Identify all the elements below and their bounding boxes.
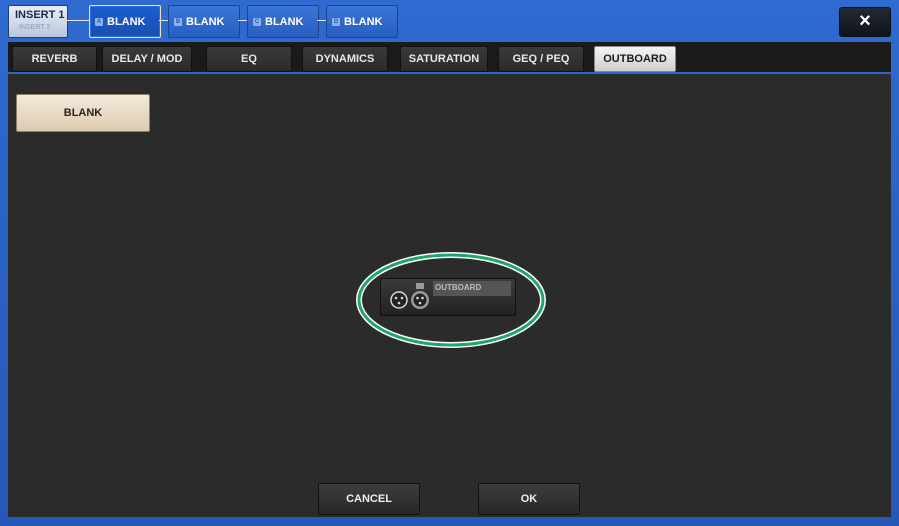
category-tab-bar: REVERB DELAY / MOD EQ DYNAMICS SATURATIO… [8, 42, 891, 72]
connector-line [238, 20, 247, 21]
ok-button[interactable]: OK [478, 483, 580, 515]
insert-primary-label: INSERT 1 [15, 9, 65, 21]
slot-c-button[interactable]: C BLANK [247, 5, 319, 38]
insert-effect-window: INSERT 1 INSERT 2 A BLANK B BLANK C BLAN… [0, 0, 899, 526]
slot-a-button[interactable]: A BLANK [89, 5, 161, 38]
insert-selector[interactable]: INSERT 1 INSERT 2 [8, 5, 68, 38]
tab-eq[interactable]: EQ [206, 46, 292, 72]
slot-label: BLANK [186, 16, 225, 28]
slot-number-badge: C [253, 18, 261, 26]
slot-d-button[interactable]: D BLANK [326, 5, 398, 38]
connector-line [159, 20, 168, 21]
tab-saturation[interactable]: SATURATION [400, 46, 488, 72]
effect-list-panel: BLANK OUTBOARD CANCEL OK [8, 74, 891, 517]
tab-reverb[interactable]: REVERB [12, 46, 97, 72]
slot-label: BLANK [265, 16, 304, 28]
slot-label: BLANK [107, 16, 146, 28]
slot-number-badge: A [95, 18, 103, 26]
tab-dynamics[interactable]: DYNAMICS [302, 46, 388, 72]
slot-b-button[interactable]: B BLANK [168, 5, 240, 38]
cancel-button[interactable]: CANCEL [318, 483, 420, 515]
outboard-label: OUTBOARD [435, 283, 482, 292]
close-button[interactable]: × [839, 7, 891, 37]
title-bar: INSERT 1 INSERT 2 A BLANK B BLANK C BLAN… [0, 0, 899, 40]
xlr-female-icon [390, 291, 408, 309]
tab-geq-peq[interactable]: GEQ / PEQ [498, 46, 584, 72]
slot-number-badge: D [332, 18, 340, 26]
connector-line [67, 20, 89, 21]
slot-number-badge: B [174, 18, 182, 26]
blank-effect-button[interactable]: BLANK [16, 94, 150, 132]
connector-line [317, 20, 326, 21]
slot-label: BLANK [344, 16, 383, 28]
outboard-effect-button[interactable]: OUTBOARD [380, 278, 516, 316]
tab-outboard[interactable]: OUTBOARD [594, 46, 676, 72]
close-icon: × [859, 10, 871, 32]
tab-delay-mod[interactable]: DELAY / MOD [102, 46, 192, 72]
xlr-male-icon [411, 283, 429, 309]
insert-secondary-label: INSERT 2 [19, 24, 51, 31]
